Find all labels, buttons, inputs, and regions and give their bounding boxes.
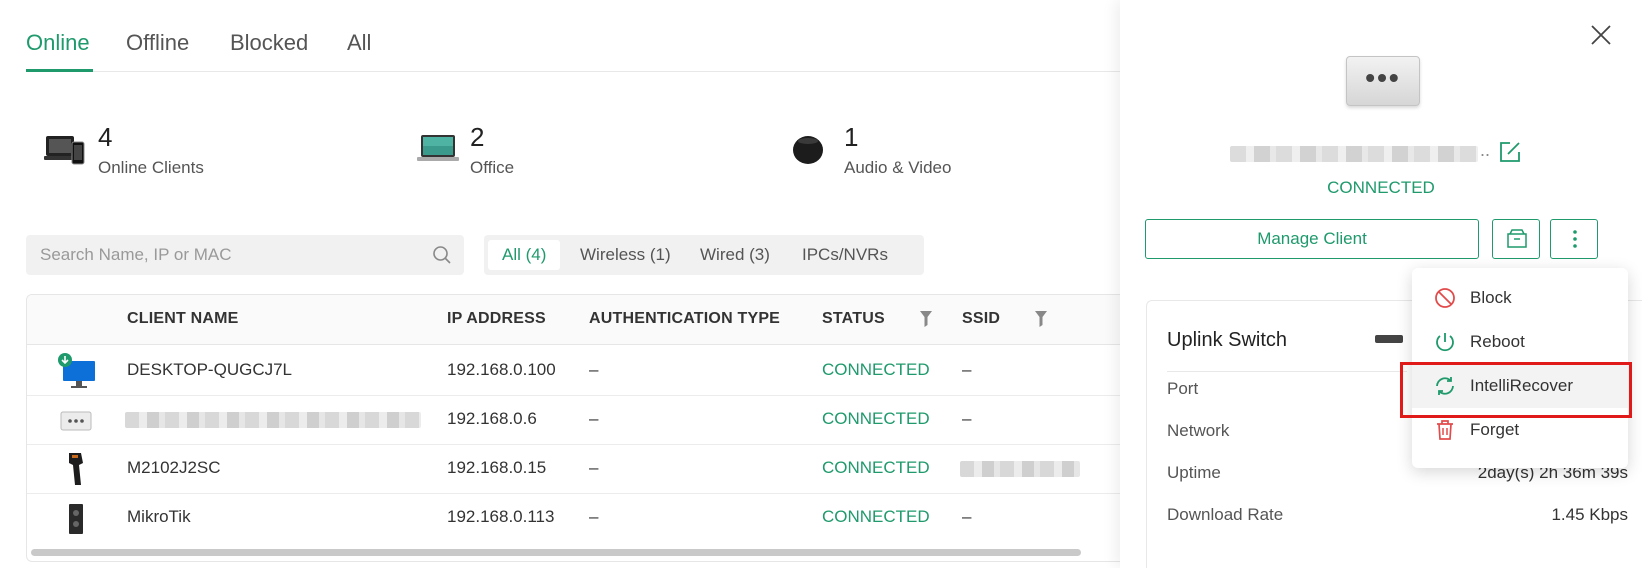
tab-all[interactable]: All	[347, 30, 371, 56]
tab-offline[interactable]: Offline	[126, 30, 189, 56]
phone-icon	[69, 453, 83, 485]
client-ip: 192.168.0.6	[447, 409, 537, 428]
desktop-icon	[58, 353, 95, 388]
stat-online-clients: 4 Online Clients	[44, 120, 264, 180]
filter-all[interactable]: All (4)	[488, 240, 561, 270]
client-status: CONNECTED	[822, 409, 930, 428]
clients-table: CLIENT NAME IP ADDRESS AUTHENTICATION TY…	[26, 294, 1120, 562]
menu-item-forget[interactable]: Forget	[1412, 408, 1628, 452]
devices-icon	[44, 136, 85, 165]
online-clients-count: 4	[98, 122, 113, 152]
port-label: Port	[1167, 379, 1199, 398]
table-row[interactable]: M2102J2SC 192.168.0.15 – CONNECTED	[27, 443, 1120, 494]
client-ssid: –	[962, 409, 972, 428]
client-ip: 192.168.0.15	[447, 458, 547, 477]
menu-item-label: Forget	[1470, 420, 1520, 439]
client-status: CONNECTED	[822, 458, 930, 477]
switch-icon	[1375, 335, 1403, 343]
client-auth: –	[589, 360, 599, 379]
search-box	[26, 235, 464, 275]
table-header: CLIENT NAME IP ADDRESS AUTHENTICATION TY…	[27, 295, 1120, 345]
speaker-icon	[793, 136, 823, 164]
stat-audio-video: 1 Audio & Video	[790, 120, 1010, 180]
active-tab-underline	[26, 69, 93, 72]
tab-blocked[interactable]: Blocked	[230, 30, 308, 56]
table-row[interactable]: MikroTik 192.168.0.113 – CONNECTED –	[27, 492, 1120, 543]
download-rate-value: 1.45 Kbps	[1551, 505, 1628, 524]
office-label: Office	[470, 158, 515, 177]
search-icon[interactable]	[432, 245, 452, 265]
generic-device-icon	[60, 411, 92, 431]
col-ssid[interactable]: SSID	[962, 310, 1000, 328]
clients-panel: Online Offline Blocked All 4 Online Clie…	[0, 0, 1120, 568]
col-ip-address[interactable]: IP ADDRESS	[447, 310, 546, 328]
device-name-ellipsis: ..	[1480, 140, 1491, 160]
ssid-filter-icon[interactable]	[1035, 311, 1047, 327]
menu-item-label: IntelliRecover	[1470, 376, 1573, 395]
client-ssid: –	[962, 507, 972, 526]
menu-item-label: Block	[1470, 288, 1512, 307]
client-auth: –	[589, 507, 599, 526]
audio-video-count: 1	[844, 122, 859, 152]
divider	[1167, 371, 1407, 372]
online-clients-label: Online Clients	[98, 158, 204, 177]
client-name[interactable]: DESKTOP-QUGCJ7L	[127, 360, 292, 380]
manage-client-button[interactable]: Manage Client	[1145, 219, 1479, 259]
device-name-redacted	[1230, 146, 1478, 162]
client-ip: 192.168.0.100	[447, 360, 556, 379]
uplink-switch-title: Uplink Switch	[1167, 329, 1288, 351]
laptop-icon	[417, 135, 459, 161]
table-row[interactable]: DESKTOP-QUGCJ7L 192.168.0.100 – CONNECTE…	[27, 345, 1120, 396]
horizontal-scrollbar[interactable]	[31, 549, 1081, 556]
col-status[interactable]: STATUS	[822, 310, 885, 328]
more-vertical-icon	[1573, 230, 1577, 248]
client-name-redacted[interactable]	[125, 412, 421, 428]
more-actions-button[interactable]	[1550, 219, 1598, 259]
menu-item-block[interactable]: Block	[1412, 276, 1628, 320]
audio-video-label: Audio & Video	[844, 158, 952, 177]
network-label: Network	[1167, 421, 1230, 440]
client-auth: –	[589, 458, 599, 477]
menu-item-reboot[interactable]: Reboot	[1412, 320, 1628, 364]
trash-icon	[1437, 420, 1453, 440]
refresh-icon	[1436, 377, 1454, 395]
filter-wireless[interactable]: Wireless (1)	[566, 240, 685, 270]
more-actions-menu: Block Reboot IntelliRecover Forget	[1412, 268, 1628, 468]
drawer-status: CONNECTED	[1327, 178, 1435, 197]
tab-online[interactable]: Online	[26, 30, 90, 56]
client-status: CONNECTED	[822, 507, 930, 526]
client-ssid: –	[962, 360, 972, 379]
status-filter-icon[interactable]	[920, 311, 932, 327]
client-type-filter: All (4) Wireless (1) Wired (3) IPCs/NVRs	[484, 235, 924, 275]
menu-item-label: Reboot	[1470, 332, 1525, 351]
office-count: 2	[470, 122, 485, 152]
block-icon	[1435, 288, 1455, 308]
client-name[interactable]: M2102J2SC	[127, 458, 221, 478]
edit-icon[interactable]	[1498, 140, 1522, 164]
box-action-button[interactable]	[1492, 219, 1540, 259]
client-ssid-redacted	[960, 461, 1080, 477]
filter-wired[interactable]: Wired (3)	[686, 240, 784, 270]
package-icon	[1507, 229, 1527, 248]
status-tabs: Online Offline Blocked All	[26, 24, 1120, 72]
router-icon	[69, 504, 83, 534]
menu-item-intellirecover[interactable]: IntelliRecover	[1412, 364, 1628, 408]
filter-ipcs-nvrs[interactable]: IPCs/NVRs	[788, 240, 902, 270]
col-client-name[interactable]: CLIENT NAME	[127, 310, 239, 328]
table-row[interactable]: 192.168.0.6 – CONNECTED –	[27, 394, 1120, 445]
client-name[interactable]: MikroTik	[127, 507, 191, 527]
uptime-label: Uptime	[1167, 463, 1221, 482]
client-ip: 192.168.0.113	[447, 507, 555, 526]
client-auth: –	[589, 409, 599, 428]
download-rate-label: Download Rate	[1167, 505, 1284, 524]
device-image: •••	[1346, 56, 1420, 106]
col-authentication-type[interactable]: AUTHENTICATION TYPE	[589, 310, 780, 328]
close-icon[interactable]	[1590, 24, 1612, 46]
search-input[interactable]	[40, 243, 420, 267]
power-icon	[1436, 333, 1454, 352]
client-status: CONNECTED	[822, 360, 930, 379]
stat-office: 2 Office	[416, 120, 616, 180]
